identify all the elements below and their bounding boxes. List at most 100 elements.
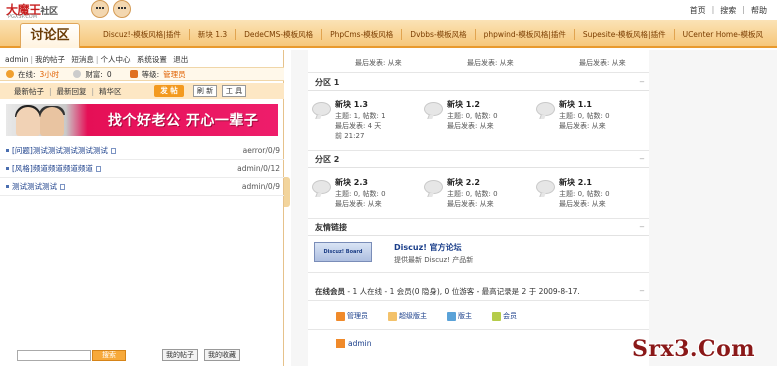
tab-forum-home[interactable]: 讨论区 [20, 23, 80, 48]
coin-icon [73, 70, 82, 78]
search-button[interactable]: 搜索 [92, 350, 126, 361]
links-header[interactable]: 友情链接 − [308, 222, 649, 236]
forum-cell[interactable]: 新块 2.2 主题: 0, 帖数: 0 最后发表: 从来 [420, 174, 532, 228]
nav-item[interactable]: phpwind-模板风格|插件 [476, 28, 575, 40]
collapse-icon[interactable]: − [639, 287, 645, 295]
forum-status-icon [536, 102, 555, 116]
section-header[interactable]: 分区 2 − [308, 154, 649, 168]
sidebar-panel: admin | 我的帖子 短消息 | 个人中心 系统设置 退出 在线: 3小时 财富: … [0, 50, 284, 366]
main-content-area: 最后发表: 从来 最后发表: 从来 最后发表: 从来 分区 1 − 新块 1.3… [291, 50, 777, 366]
top-links: 首页 | 搜索 | 帮助 [689, 5, 767, 16]
sidebar-tabs: 最新帖子 | 最新回复 | 精华区 发 帖 刷 新 工 具 [0, 83, 284, 99]
links-title: 友情链接 [315, 223, 347, 232]
top-link-help[interactable]: 帮助 [751, 5, 767, 16]
section-header[interactable]: 分区 1 − [308, 77, 649, 91]
forum-name[interactable]: 新块 2.3 [335, 177, 368, 188]
tab-latest-replies[interactable]: 最新回复 [57, 86, 87, 97]
nav-item[interactable]: Supesite-模板风格|插件 [575, 28, 675, 40]
top-bar: 大魔王社区 PGXSP.COM 首页 | 搜索 | 帮助 [0, 0, 777, 20]
profile-link[interactable]: 个人中心 [100, 55, 130, 64]
my-posts-button[interactable]: 我的帖子 [162, 349, 198, 361]
thread-row[interactable]: [问题]测试测试测试测试测试 aerror/0/9 [0, 142, 284, 160]
forum-name[interactable]: 新块 1.3 [335, 99, 368, 110]
collapse-icon[interactable]: − [639, 223, 645, 231]
forum-last-post: 最后发表: 从来 [355, 59, 402, 67]
sidebar-collapse-handle[interactable] [284, 177, 290, 207]
forum-name[interactable]: 新块 2.1 [559, 177, 592, 188]
nav-item[interactable]: Discuz!-模板风格|插件 [95, 28, 190, 40]
forum-stats: 主题: 1, 帖数: 1 [335, 112, 386, 120]
section-title: 分区 2 [315, 155, 340, 164]
online-label: 在线: [18, 69, 36, 79]
site-logo[interactable]: 大魔王社区 PGXSP.COM [6, 1, 86, 20]
forum-status-icon [424, 180, 443, 194]
tools-button[interactable]: 工 具 [222, 85, 246, 97]
nav-item[interactable]: UCenter Home-模板风 [675, 29, 771, 40]
level-value: 管理员 [163, 69, 186, 79]
thread-title[interactable]: 测试测试测试 [12, 181, 57, 192]
nav-item[interactable]: Dvbbs-模板风格 [402, 28, 476, 40]
messages-link[interactable]: 短消息 [71, 55, 94, 64]
refresh-button[interactable]: 刷 新 [193, 85, 217, 97]
forum-name[interactable]: 新块 2.2 [447, 177, 480, 188]
my-favorites-button[interactable]: 我的收藏 [204, 349, 240, 361]
search-input[interactable] [17, 350, 91, 361]
forum-cell[interactable]: 新块 1.1 主题: 0, 帖数: 0 最后发表: 从来 [532, 96, 644, 150]
wealth-label: 财富: [85, 69, 103, 79]
collapse-icon[interactable]: − [639, 155, 645, 163]
nav-item[interactable]: PhpCms-模板风格 [322, 28, 403, 40]
site-watermark: Srx3.Com [632, 336, 756, 362]
forum-stats: 主题: 0, 帖数: 0 [335, 190, 386, 198]
link-description: 提供最新 Discuz! 产品新 [394, 256, 474, 264]
my-posts-link[interactable]: 我的帖子 [35, 55, 65, 64]
mascot-icon [113, 0, 131, 18]
ad-banner[interactable]: 找个好老公 开心一辈子 [6, 104, 278, 136]
forum-cell[interactable]: 新块 1.3 主题: 1, 帖数: 1 最后发表: 4 天 前 21:27 [308, 96, 420, 150]
bullet-icon [6, 167, 9, 170]
forum-last-post: 最后发表: 从来 [579, 59, 626, 67]
page-icon [110, 147, 116, 154]
forum-last-post: 最后发表: 从来 [467, 59, 514, 67]
tab-latest-posts[interactable]: 最新帖子 [14, 86, 44, 97]
settings-link[interactable]: 系统设置 [137, 55, 167, 64]
user-links: admin | 我的帖子 短消息 | 个人中心 系统设置 退出 [5, 55, 189, 64]
thread-author: admin/0/9 [241, 182, 280, 191]
online-text: - 1 人在线 - 1 会员(0 隐身), 0 位游客 - 最高记录是 2 于 … [347, 287, 580, 296]
forum-cell[interactable]: 新块 2.3 主题: 0, 帖数: 0 最后发表: 从来 [308, 174, 420, 228]
admin-icon [336, 339, 345, 348]
new-post-button[interactable]: 发 帖 [154, 85, 184, 97]
top-link-search[interactable]: 搜索 [720, 5, 736, 16]
tab-digest[interactable]: 精华区 [99, 86, 122, 97]
thread-row[interactable]: 测试测试测试 admin/0/9 [0, 178, 284, 196]
online-title[interactable]: 在线会员 [315, 287, 345, 296]
nav-item[interactable]: 新块 1.3 [190, 28, 237, 40]
member-name[interactable]: admin [348, 339, 372, 348]
user-level-icon [129, 70, 138, 78]
top-link-home[interactable]: 首页 [690, 5, 706, 16]
collapse-icon[interactable]: − [639, 78, 645, 86]
forum-status-icon [536, 180, 555, 194]
admin-icon [336, 311, 345, 321]
forum-stats: 主题: 0, 帖数: 0 [559, 190, 610, 198]
forum-cell[interactable]: 新块 2.1 主题: 0, 帖数: 0 最后发表: 从来 [532, 174, 644, 228]
forum-row: 新块 2.3 主题: 0, 帖数: 0 最后发表: 从来 新块 2.2 主题: … [308, 174, 649, 228]
thread-title[interactable]: [问题]测试测试测试测试测试 [12, 145, 108, 156]
forum-name[interactable]: 新块 1.2 [447, 99, 480, 110]
forum-last-post: 最后发表: 从来 [559, 122, 606, 130]
thread-row[interactable]: [风格]频道频道频道频道 admin/0/12 [0, 160, 284, 178]
logout-link[interactable]: 退出 [173, 55, 188, 64]
online-member[interactable]: admin [336, 339, 372, 348]
forum-status-icon [312, 102, 331, 116]
forum-name[interactable]: 新块 1.1 [559, 99, 592, 110]
super-mod-icon [388, 311, 397, 321]
nav-item[interactable]: DedeCMS-模板风格 [236, 28, 323, 40]
link-logo[interactable]: Discuz! Board [314, 242, 372, 262]
wealth-value: 0 [106, 69, 112, 79]
online-value: 3小时 [39, 69, 60, 79]
link-title[interactable]: Discuz! 官方论坛 [394, 242, 462, 253]
username-link[interactable]: admin [5, 55, 29, 64]
online-summary: 在线会员 - 1 人在线 - 1 会员(0 隐身), 0 位游客 - 最高记录是… [315, 286, 580, 297]
level-label: 等级: [141, 69, 160, 79]
forum-cell[interactable]: 新块 1.2 主题: 0, 帖数: 0 最后发表: 从来 [420, 96, 532, 150]
thread-title[interactable]: [风格]频道频道频道频道 [12, 163, 93, 174]
